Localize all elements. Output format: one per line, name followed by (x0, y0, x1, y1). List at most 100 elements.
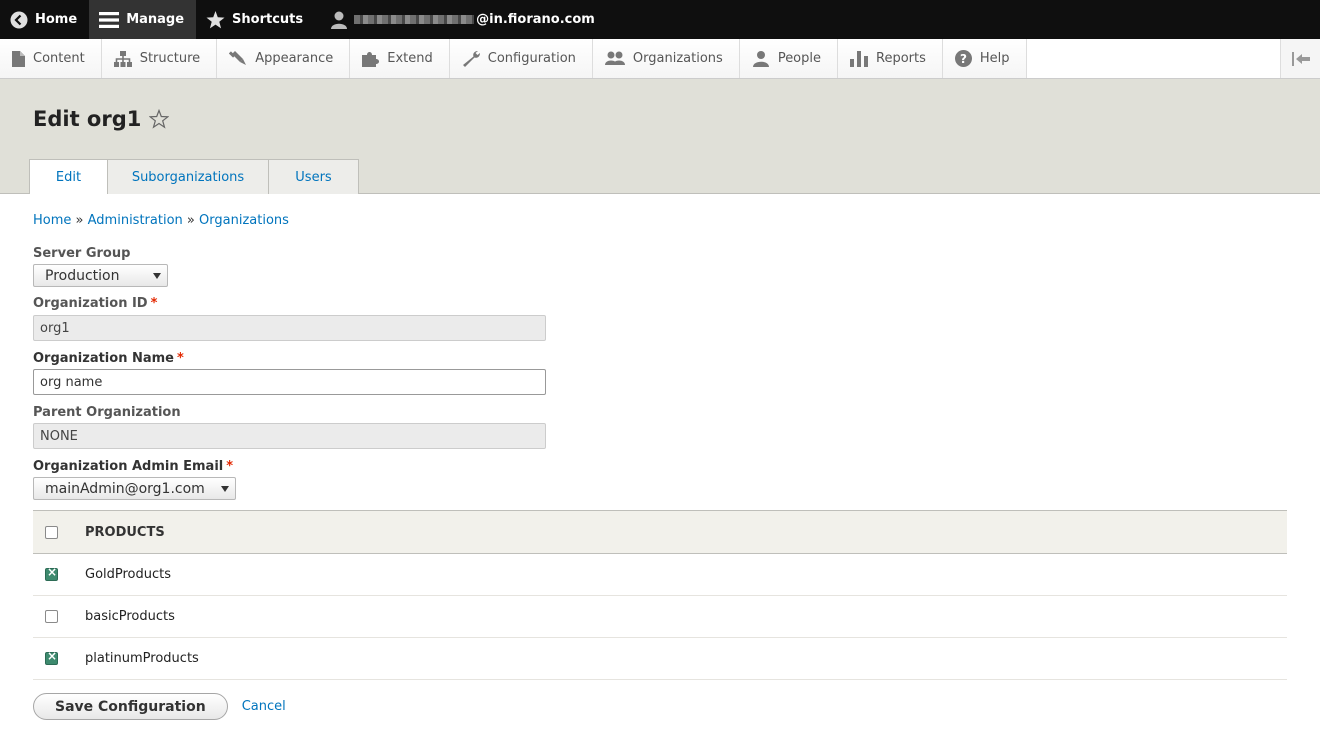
org-name-input[interactable]: org name (33, 369, 546, 395)
parent-org-field: Parent Organization NONE (33, 405, 1287, 449)
toolbar-user[interactable]: @in.fiorano.com (315, 0, 607, 39)
toolbar-home[interactable]: Home (0, 0, 89, 39)
tray-item-label: People (777, 51, 822, 66)
chevron-down-icon (221, 485, 229, 492)
paintbrush-icon (229, 50, 247, 65)
tray-item-label: Configuration (487, 51, 576, 66)
tab-users[interactable]: Users (268, 159, 359, 194)
help-icon: ? (954, 50, 972, 67)
page-header: Edit org1 Edit Suborganizations Users (0, 79, 1320, 194)
toolbar-user-email: @in.fiorano.com (476, 12, 595, 27)
product-name: basicProducts (85, 595, 1287, 638)
breadcrumb: Home » Administration » Organizations (33, 213, 1287, 228)
back-arrow-icon (10, 11, 28, 28)
collapse-left-icon (1291, 51, 1310, 66)
org-id-field: Organization ID * org1 (33, 296, 1287, 341)
products-table: PRODUCTS GoldProducts basicProducts plat… (33, 510, 1287, 680)
product-name: platinumProducts (85, 637, 1287, 680)
server-group-label: Server Group (33, 246, 131, 261)
document-icon (12, 50, 25, 67)
tray-item-label: Appearance (255, 51, 334, 66)
admin-toolbar: Home Manage Shortcuts @in.fiorano.com (0, 0, 1320, 39)
save-configuration-button[interactable]: Save Configuration (33, 693, 228, 720)
table-row: basicProducts (33, 595, 1287, 638)
toolbar-home-label: Home (35, 12, 78, 27)
parent-org-label: Parent Organization (33, 405, 181, 420)
svg-text:?: ? (960, 52, 967, 66)
required-marker: * (177, 351, 184, 366)
select-all-checkbox[interactable] (45, 525, 58, 539)
page-title-container: Edit org1 (33, 107, 170, 131)
tray-item-label: Reports (876, 51, 926, 66)
tray-item-extend[interactable]: Extend (350, 39, 450, 78)
wrench-icon (462, 50, 480, 67)
redacted-username (354, 15, 475, 24)
people-group-icon (604, 51, 625, 65)
server-group-select[interactable]: Production (33, 264, 168, 287)
toolbar-manage-label: Manage (126, 12, 185, 27)
product-checkbox-gold[interactable] (45, 565, 58, 581)
sitemap-icon (113, 50, 132, 67)
tray-item-help[interactable]: ? Help (942, 39, 1027, 78)
table-row: platinumProducts (33, 637, 1287, 680)
admin-email-value: mainAdmin@org1.com (45, 480, 205, 497)
product-name: GoldProducts (85, 553, 1287, 596)
admin-email-label-text: Organization Admin Email (33, 459, 224, 474)
server-group-field: Server Group Production (33, 246, 1287, 287)
tab-label: Edit (55, 169, 82, 185)
tray-item-people[interactable]: People (739, 39, 839, 78)
tray-collapse-button[interactable] (1280, 39, 1320, 78)
toolbar-shortcuts[interactable]: Shortcuts (196, 0, 315, 39)
hamburger-icon (99, 11, 120, 28)
tray-item-structure[interactable]: Structure (101, 39, 218, 78)
tab-label: Users (295, 169, 332, 185)
admin-email-label: Organization Admin Email * (33, 459, 1287, 474)
row-checkbox-cell (33, 553, 85, 596)
tray-spacer (1027, 39, 1280, 78)
bar-chart-icon (850, 50, 869, 67)
products-column-header: PRODUCTS (85, 510, 1287, 554)
breadcrumb-separator: » (75, 213, 84, 228)
cancel-link[interactable]: Cancel (242, 699, 286, 714)
primary-tabs: Edit Suborganizations Users (29, 159, 359, 194)
parent-org-input: NONE (33, 423, 546, 449)
table-row: GoldProducts (33, 553, 1287, 596)
breadcrumb-administration[interactable]: Administration (88, 213, 183, 228)
main-content: Home » Administration » Organizations Se… (0, 213, 1320, 720)
admin-email-select[interactable]: mainAdmin@org1.com (33, 477, 236, 500)
tray-item-appearance[interactable]: Appearance (217, 39, 351, 78)
admin-tray: Content Structure Appearance Extend Conf… (0, 39, 1320, 79)
server-group-value: Production (45, 267, 120, 284)
product-checkbox-platinum[interactable] (45, 649, 58, 665)
tray-item-label: Content (33, 51, 85, 66)
org-id-label: Organization ID * (33, 296, 1287, 311)
breadcrumb-separator: » (186, 213, 195, 228)
toolbar-manage[interactable]: Manage (89, 0, 197, 39)
required-marker: * (150, 296, 158, 311)
tab-suborganizations[interactable]: Suborganizations (107, 159, 269, 194)
row-checkbox-cell (33, 637, 85, 680)
admin-email-field: Organization Admin Email * mainAdmin@org1… (33, 459, 1287, 500)
tray-item-reports[interactable]: Reports (838, 39, 943, 78)
tray-item-content[interactable]: Content (0, 39, 102, 78)
tray-item-label: Structure (139, 51, 201, 66)
page-title: Edit org1 (33, 107, 142, 131)
tab-edit[interactable]: Edit (29, 159, 108, 194)
tray-item-label: Help (979, 51, 1010, 66)
puzzle-icon (362, 51, 380, 67)
user-icon (331, 11, 348, 29)
tab-label: Suborganizations (131, 169, 245, 185)
org-id-label-text: Organization ID (33, 296, 148, 311)
shortcut-star-icon[interactable] (149, 109, 170, 129)
select-all-cell (33, 510, 85, 554)
org-name-label-text: Organization Name (33, 351, 174, 366)
product-checkbox-basic[interactable] (45, 610, 58, 623)
tray-item-organizations[interactable]: Organizations (592, 39, 740, 78)
breadcrumb-home[interactable]: Home (33, 213, 71, 228)
org-id-input: org1 (33, 315, 546, 341)
star-icon (206, 10, 225, 28)
required-marker: * (226, 459, 234, 474)
breadcrumb-organizations[interactable]: Organizations (199, 213, 289, 228)
tray-item-configuration[interactable]: Configuration (449, 39, 593, 78)
toolbar-shortcuts-label: Shortcuts (232, 12, 304, 27)
